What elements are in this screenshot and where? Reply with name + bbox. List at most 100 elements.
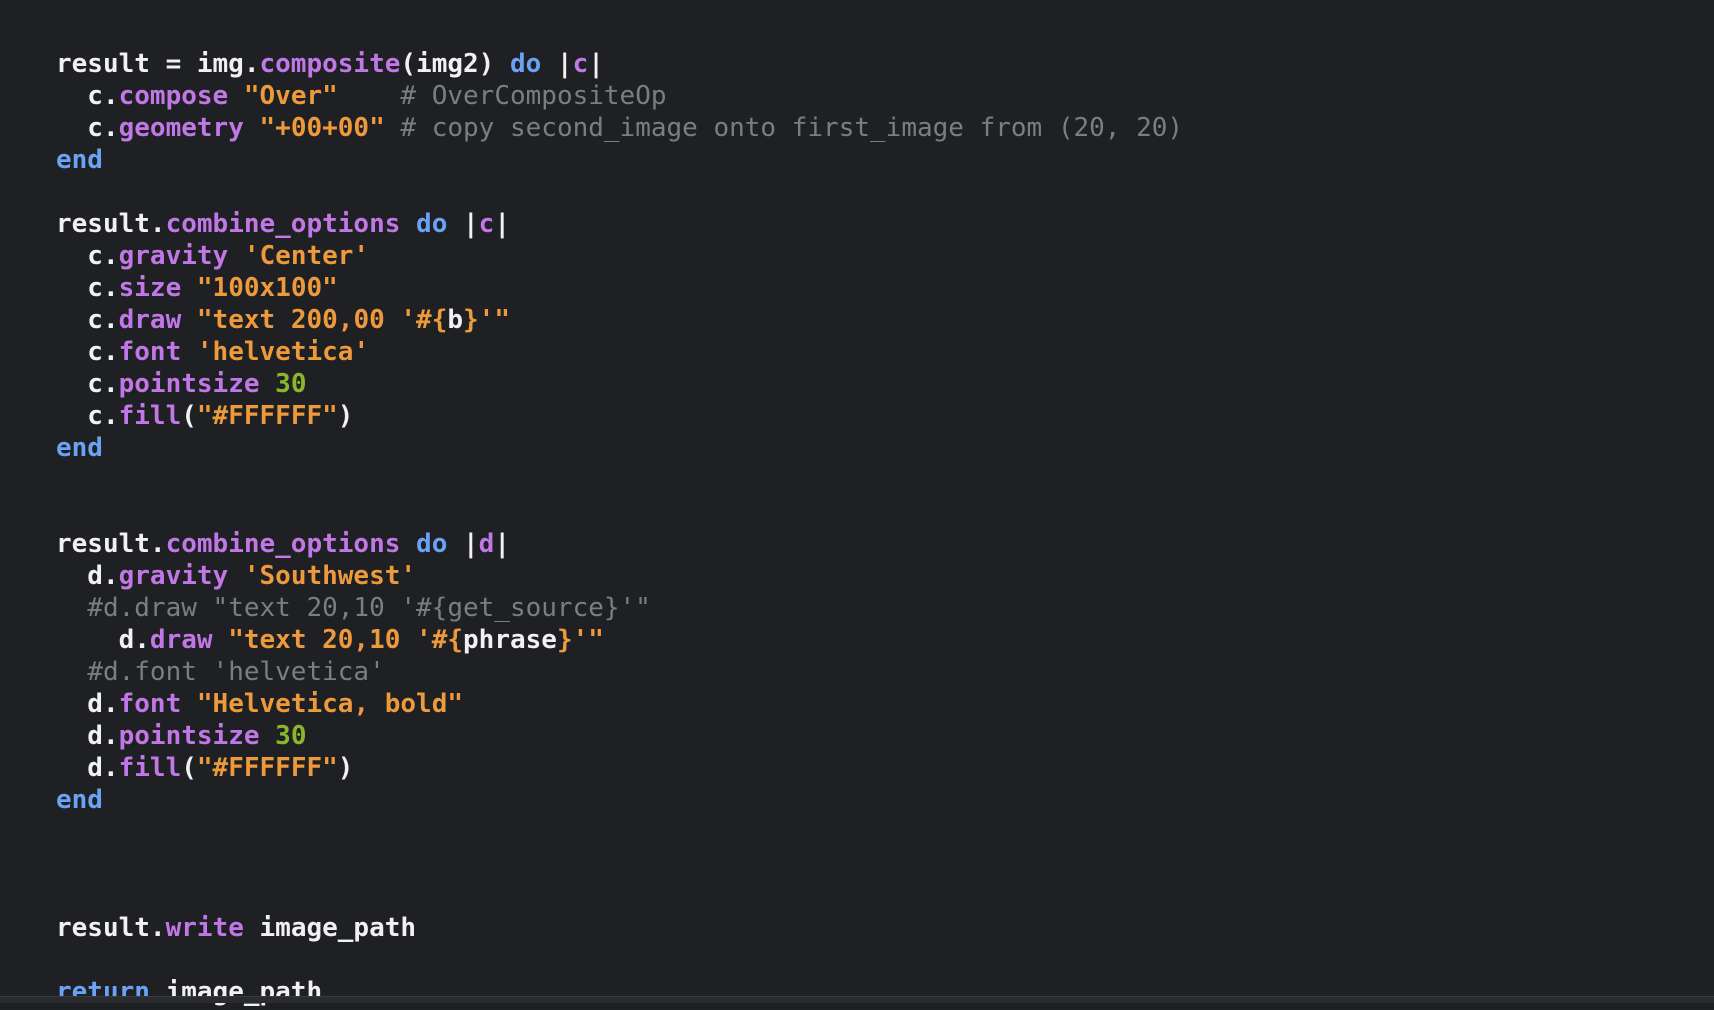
code-line[interactable]: return image_path bbox=[56, 976, 1714, 1008]
code-token-keyword: do bbox=[416, 529, 448, 559]
code-token-keyword: do bbox=[416, 209, 448, 239]
code-token-string: "100x100" bbox=[196, 273, 338, 303]
code-line[interactable]: c.size "100x100" bbox=[56, 272, 1714, 304]
code-token-plain: | bbox=[447, 209, 479, 239]
code-token-plain: c. bbox=[56, 337, 119, 367]
code-token-string: "+00+00" bbox=[259, 113, 385, 143]
code-line[interactable]: result = img.composite(img2) do |c| bbox=[56, 48, 1714, 80]
code-token-plain: ) bbox=[337, 401, 354, 431]
code-token-plain: result. bbox=[56, 209, 166, 239]
code-token-string: "#FFFFFF" bbox=[196, 753, 338, 783]
code-line[interactable]: c.font 'helvetica' bbox=[56, 336, 1714, 368]
code-line[interactable]: end bbox=[56, 432, 1714, 464]
code-token-plain: c. bbox=[56, 401, 119, 431]
code-line[interactable] bbox=[56, 176, 1714, 208]
code-line[interactable]: result.combine_options do |c| bbox=[56, 208, 1714, 240]
code-line[interactable]: d.draw "text 20,10 '#{phrase}'" bbox=[56, 624, 1714, 656]
code-line[interactable]: end bbox=[56, 144, 1714, 176]
code-token-comment: #d.draw "text 20,10 '#{get_source}'" bbox=[87, 593, 651, 623]
code-token-string: "Helvetica, bold" bbox=[196, 689, 464, 719]
code-line[interactable] bbox=[56, 496, 1714, 528]
code-line[interactable]: end bbox=[56, 784, 1714, 816]
code-token-plain: | bbox=[588, 49, 604, 79]
code-token-plain: result = img. bbox=[56, 49, 260, 79]
code-line[interactable]: #d.font 'helvetica' bbox=[56, 656, 1714, 688]
code-editor[interactable]: result = img.composite(img2) do |c| c.co… bbox=[0, 0, 1714, 1007]
code-token-string: "#FFFFFF" bbox=[196, 401, 338, 431]
code-token-plain: c. bbox=[56, 113, 119, 143]
code-token-plain: d. bbox=[56, 721, 119, 751]
code-token-method: gravity bbox=[118, 561, 229, 591]
code-token-method: composite bbox=[259, 49, 401, 79]
code-token-method: pointsize bbox=[118, 721, 260, 751]
code-token-string: }'" bbox=[463, 305, 510, 335]
code-token-plain: | bbox=[541, 49, 573, 79]
code-line[interactable]: c.gravity 'Center' bbox=[56, 240, 1714, 272]
code-token-plain: ( bbox=[181, 401, 197, 431]
code-token-plain: result. bbox=[56, 913, 166, 943]
code-line[interactable]: d.font "Helvetica, bold" bbox=[56, 688, 1714, 720]
code-token-plain: c. bbox=[56, 273, 119, 303]
code-line[interactable] bbox=[56, 464, 1714, 496]
code-token-plain: d. bbox=[56, 753, 119, 783]
code-line[interactable] bbox=[56, 848, 1714, 880]
code-line[interactable]: result.combine_options do |d| bbox=[56, 528, 1714, 560]
code-token-method: fill bbox=[118, 401, 182, 431]
code-line[interactable]: d.pointsize 30 bbox=[56, 720, 1714, 752]
code-line[interactable]: c.compose "Over" # OverCompositeOp bbox=[56, 80, 1714, 112]
code-line[interactable]: c.draw "text 200,00 '#{b}'" bbox=[56, 304, 1714, 336]
code-token-string: "text 200,00 '#{ bbox=[196, 305, 448, 335]
code-token-string: 'Center' bbox=[243, 241, 370, 271]
code-token-comment: # copy second_image onto first_image fro… bbox=[400, 113, 1184, 143]
code-token-method: combine_options bbox=[165, 209, 401, 239]
code-line[interactable] bbox=[56, 816, 1714, 848]
code-block[interactable]: result = img.composite(img2) do |c| c.co… bbox=[56, 48, 1714, 1008]
code-token-string: }'" bbox=[556, 625, 604, 655]
code-token-plain: d. bbox=[56, 689, 119, 719]
code-token-param: d bbox=[478, 529, 495, 559]
code-token-number: 30 bbox=[275, 721, 307, 751]
code-token-plain: d. bbox=[56, 625, 150, 655]
code-token-comment: #d.font 'helvetica' bbox=[87, 657, 385, 687]
code-token-method: write bbox=[165, 913, 244, 943]
code-token-string: "text 20,10 '#{ bbox=[228, 625, 464, 655]
code-line[interactable]: #d.draw "text 20,10 '#{get_source}'" bbox=[56, 592, 1714, 624]
code-line[interactable] bbox=[56, 880, 1714, 912]
code-token-method: font bbox=[118, 337, 182, 367]
code-token-method: geometry bbox=[118, 113, 244, 143]
code-token-plain: c. bbox=[56, 241, 119, 271]
code-token-keyword: do bbox=[509, 49, 542, 79]
code-token-plain: | bbox=[494, 529, 510, 559]
code-token-string: 'Southwest' bbox=[243, 561, 417, 591]
code-line[interactable]: c.pointsize 30 bbox=[56, 368, 1714, 400]
code-token-interp: b bbox=[447, 305, 464, 335]
code-token-method: draw bbox=[118, 305, 182, 335]
code-token-method: gravity bbox=[118, 241, 229, 271]
code-line[interactable]: result.write image_path bbox=[56, 912, 1714, 944]
code-token-keyword: end bbox=[56, 785, 103, 815]
code-line[interactable]: c.geometry "+00+00" # copy second_image … bbox=[56, 112, 1714, 144]
code-line[interactable] bbox=[56, 944, 1714, 976]
code-token-plain: c. bbox=[56, 305, 119, 335]
code-token-param: c bbox=[572, 49, 589, 79]
code-line[interactable]: d.gravity 'Southwest' bbox=[56, 560, 1714, 592]
code-line[interactable]: d.fill("#FFFFFF") bbox=[56, 752, 1714, 784]
code-line[interactable]: c.fill("#FFFFFF") bbox=[56, 400, 1714, 432]
code-token-method: size bbox=[118, 273, 182, 303]
